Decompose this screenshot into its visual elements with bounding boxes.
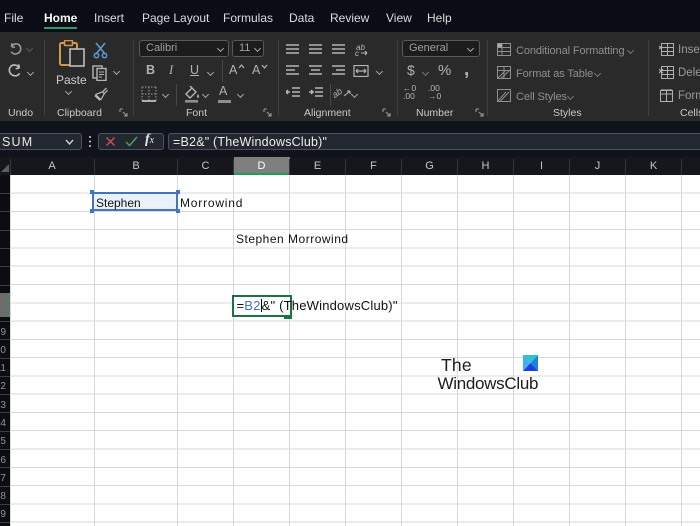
svg-text:ab: ab: [330, 87, 344, 100]
svg-text:c: c: [355, 49, 359, 56]
